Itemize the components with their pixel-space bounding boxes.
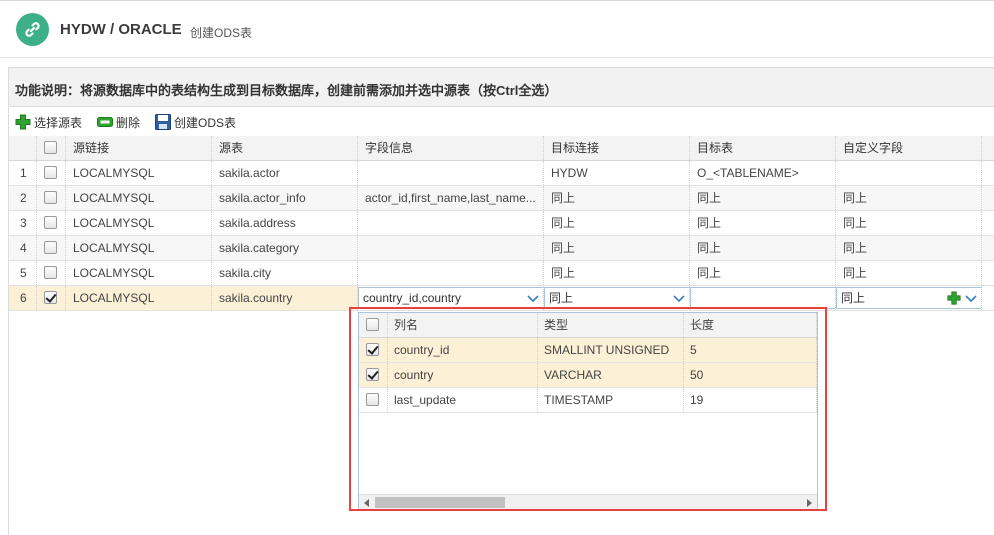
create-ods-button[interactable]: 创建ODS表	[155, 114, 236, 130]
source-table-cell[interactable]: sakila.actor_info	[212, 186, 358, 210]
fields-cell[interactable]	[358, 236, 544, 260]
custom-fields-cell[interactable]: 同上	[836, 186, 982, 210]
row-checkbox[interactable]	[44, 266, 57, 279]
select-source-label: 选择源表	[34, 115, 83, 130]
row-number: 4	[9, 236, 37, 260]
source-link-cell[interactable]: LOCALMYSQL	[66, 261, 212, 285]
page-header: HYDW / ORACLE 创建ODS表	[0, 0, 994, 58]
chevron-down-icon[interactable]	[964, 291, 978, 305]
target-table-cell[interactable]: O_<TABLENAME>	[690, 161, 836, 185]
source-table-cell[interactable]: sakila.country	[212, 286, 358, 310]
source-link-cell[interactable]: LOCALMYSQL	[66, 161, 212, 185]
row-number: 5	[9, 261, 37, 285]
fields-cell[interactable]: actor_id,first_name,last_name...	[358, 186, 544, 210]
delete-label: 删除	[116, 115, 141, 130]
create-ods-label: 创建ODS表	[174, 115, 237, 130]
table-row[interactable]: 5 LOCALMYSQL sakila.city 同上 同上 同上	[9, 261, 994, 286]
add-field-icon[interactable]	[947, 291, 961, 305]
source-link-cell[interactable]: LOCALMYSQL	[66, 236, 212, 260]
select-all-checkbox[interactable]	[44, 141, 57, 154]
target-conn-cell[interactable]: HYDW	[544, 161, 690, 185]
col-header-source-link[interactable]: 源链接	[66, 136, 212, 160]
custom-fields-cell[interactable]: 同上	[836, 261, 982, 285]
highlight-box	[349, 307, 827, 511]
link-icon	[16, 13, 49, 46]
delete-button[interactable]: 删除	[97, 114, 140, 130]
save-icon	[155, 114, 171, 130]
table-row[interactable]: 1 LOCALMYSQL sakila.actor HYDW O_<TABLENAME>	[9, 161, 994, 186]
target-conn-value: 同上	[549, 291, 574, 305]
source-table-cell[interactable]: sakila.actor	[212, 161, 358, 185]
row-number: 3	[9, 211, 37, 235]
row-checkbox[interactable]	[44, 191, 57, 204]
custom-fields-cell[interactable]	[836, 161, 982, 185]
target-conn-cell[interactable]: 同上	[544, 186, 690, 210]
source-table-cell[interactable]: sakila.address	[212, 211, 358, 235]
page-subtitle: 创建ODS表	[190, 26, 253, 40]
target-conn-cell[interactable]: 同上	[544, 211, 690, 235]
row-checkbox[interactable]	[44, 291, 57, 304]
source-table-cell[interactable]: sakila.city	[212, 261, 358, 285]
col-header-target-table[interactable]: 目标表	[690, 136, 836, 160]
target-conn-cell[interactable]: 同上	[544, 261, 690, 285]
fields-combo-value: country_id,country	[363, 291, 462, 305]
select-source-button[interactable]: 选择源表	[15, 114, 82, 130]
target-conn-cell[interactable]: 同上	[544, 236, 690, 260]
table-row[interactable]: 4 LOCALMYSQL sakila.category 同上 同上 同上	[9, 236, 994, 261]
row-checkbox[interactable]	[44, 241, 57, 254]
function-description: 功能说明：将源数据库中的表结构生成到目标数据库，创建前需添加并选中源表（按Ctr…	[9, 68, 994, 107]
fields-cell[interactable]	[358, 261, 544, 285]
custom-fields-cell[interactable]: 同上	[836, 211, 982, 235]
row-checkbox[interactable]	[44, 166, 57, 179]
target-table-cell[interactable]: 同上	[690, 236, 836, 260]
source-link-cell[interactable]: LOCALMYSQL	[66, 211, 212, 235]
row-number: 6	[9, 286, 37, 310]
fields-cell[interactable]	[358, 211, 544, 235]
target-table-cell[interactable]: 同上	[690, 261, 836, 285]
target-table-cell[interactable]: 同上	[690, 186, 836, 210]
col-header-fields[interactable]: 字段信息	[358, 136, 544, 160]
custom-fields-combo[interactable]: 同上	[836, 287, 981, 309]
remove-icon	[97, 114, 113, 130]
target-conn-combo[interactable]: 同上	[544, 287, 689, 309]
grid-header: 源链接 源表 字段信息 目标连接 目标表 自定义字段	[9, 136, 994, 161]
source-link-cell[interactable]: LOCALMYSQL	[66, 186, 212, 210]
page-title: HYDW / ORACLE	[60, 21, 182, 38]
row-number: 1	[9, 161, 37, 185]
target-table-input[interactable]	[690, 287, 835, 309]
chevron-down-icon[interactable]	[672, 291, 686, 305]
fields-combo[interactable]: country_id,country	[358, 287, 543, 309]
chevron-down-icon[interactable]	[526, 291, 540, 305]
table-row[interactable]: 3 LOCALMYSQL sakila.address 同上 同上 同上	[9, 211, 994, 236]
fields-cell[interactable]	[358, 161, 544, 185]
row-checkbox[interactable]	[44, 216, 57, 229]
target-table-cell[interactable]: 同上	[690, 211, 836, 235]
custom-fields-cell[interactable]: 同上	[836, 236, 982, 260]
source-table-cell[interactable]: sakila.category	[212, 236, 358, 260]
col-header-source-table[interactable]: 源表	[212, 136, 358, 160]
table-row[interactable]: 2 LOCALMYSQL sakila.actor_info actor_id,fir…	[9, 186, 994, 211]
toolbar: 选择源表 删除 创建ODS表	[9, 108, 994, 136]
col-header-custom-fields[interactable]: 自定义字段	[836, 136, 982, 160]
source-link-cell[interactable]: LOCALMYSQL	[66, 286, 212, 310]
add-icon	[15, 114, 31, 130]
custom-fields-value: 同上	[841, 291, 866, 305]
row-number: 2	[9, 186, 37, 210]
col-header-target-conn[interactable]: 目标连接	[544, 136, 690, 160]
